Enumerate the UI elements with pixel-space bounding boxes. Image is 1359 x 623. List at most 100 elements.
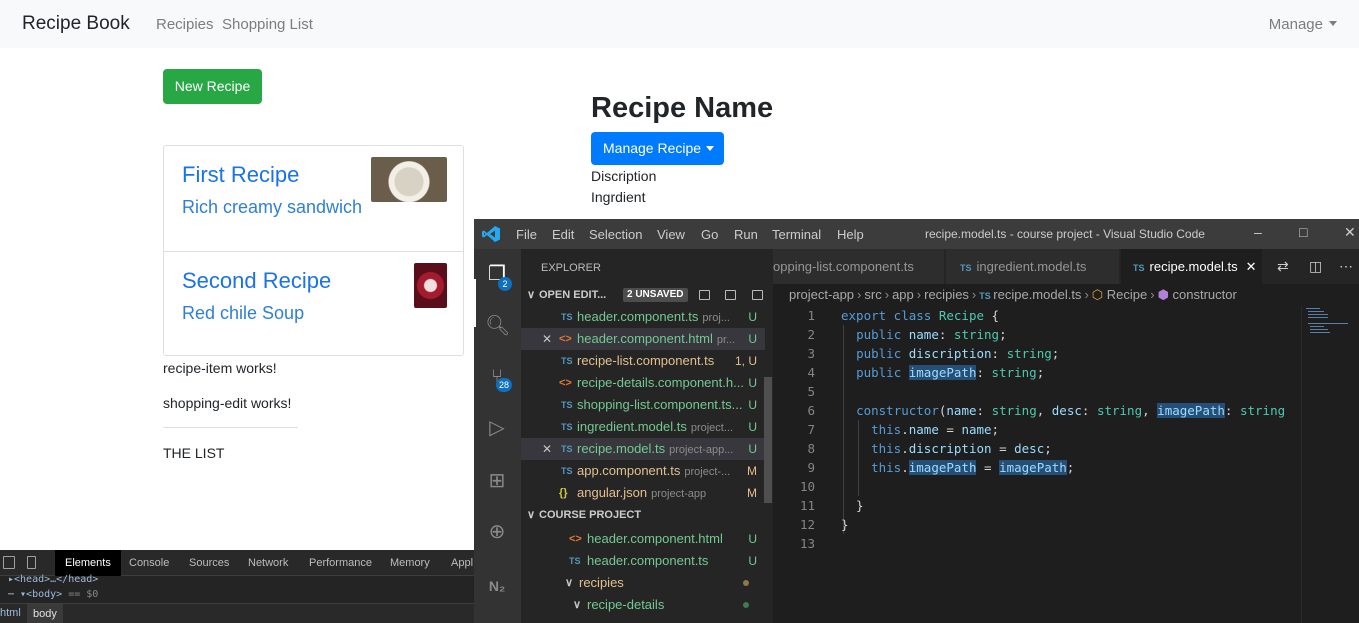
extensions-icon[interactable]: ⊞ (485, 469, 509, 493)
open-editor-item[interactable]: TS ingredient.model.ts project... U (521, 416, 765, 438)
breadcrumb-item[interactable]: project-app (789, 287, 854, 302)
line-number: 5 (807, 384, 815, 399)
more-actions-icon[interactable]: ⋯ (1339, 258, 1353, 275)
code-editor[interactable]: 1 2 3 4 5 6 7 8 9 10 11 12 13 export cla… (773, 306, 1293, 623)
menu-go[interactable]: Go (701, 227, 718, 242)
dom-node-body[interactable]: ⋯ ▾<body> == $0 (8, 589, 98, 600)
chevron-right-icon: › (971, 287, 977, 302)
line-number: 8 (807, 441, 815, 456)
breadcrumb-item[interactable]: src (864, 287, 881, 302)
line-number: 9 (807, 460, 815, 475)
recipe-item[interactable]: First Recipe Rich creamy sandwich (164, 146, 463, 251)
minimize-icon[interactable]: – (1254, 224, 1262, 240)
minimap-line (1310, 332, 1330, 333)
search-icon[interactable]: 🔍︎ (485, 314, 510, 338)
breadcrumb-item[interactable]: app (892, 287, 914, 302)
brand-link[interactable]: Recipe Book (22, 13, 130, 35)
minimap-line (1308, 314, 1328, 315)
menu-help[interactable]: Help (837, 227, 864, 242)
git-status: U (748, 554, 757, 568)
open-editors-label: OPEN EDIT... (539, 289, 607, 301)
tab-network[interactable]: Network (238, 550, 298, 576)
chevron-down-icon: ∨ (527, 289, 536, 301)
project-file-name: header.component.html (587, 531, 723, 546)
close-tab-icon[interactable]: ✕ (1246, 259, 1257, 274)
open-editors-header[interactable]: ∨ OPEN EDIT... 2 UNSAVED (521, 284, 773, 306)
sidebar-scrollbar[interactable] (764, 377, 772, 503)
crumb-html[interactable]: html (0, 607, 21, 619)
menu-edit[interactable]: Edit (552, 227, 574, 242)
tab-shopping-list[interactable]: opping-list.component.ts (773, 249, 945, 284)
tab-sources[interactable]: Sources (179, 550, 239, 576)
manage-recipe-button[interactable]: Manage Recipe (591, 132, 724, 165)
breadcrumb-item[interactable]: recipe.model.ts (993, 287, 1081, 302)
menu-selection[interactable]: Selection (589, 227, 642, 242)
open-editor-item[interactable]: ✕ <> header.component.html pr... U (521, 328, 765, 350)
manage-dropdown[interactable]: Manage (1269, 16, 1337, 33)
open-editor-item[interactable]: TS shopping-list.component.ts... U (521, 394, 765, 416)
vscode-titlebar: File Edit Selection View Go Run Terminal… (474, 219, 1359, 249)
crumb-body[interactable]: body (27, 604, 63, 623)
breadcrumb-item[interactable]: Recipe (1107, 287, 1147, 302)
open-editor-item[interactable]: TS header.component.ts proj... U (521, 306, 765, 328)
run-debug-icon[interactable]: ▷ (485, 416, 509, 440)
menu-view[interactable]: View (657, 227, 685, 242)
open-editor-dir: project-app... (669, 444, 734, 456)
tab-elements[interactable]: Elements (55, 550, 121, 576)
project-file-name: header.component.ts (587, 553, 709, 568)
menu-terminal[interactable]: Terminal (772, 227, 821, 242)
open-editor-item[interactable]: {} angular.json project-app M (521, 482, 765, 504)
close-editor-icon[interactable]: ✕ (542, 328, 552, 350)
tab-console[interactable]: Console (119, 550, 179, 576)
maximize-icon[interactable]: □ (1299, 224, 1307, 240)
open-editor-item[interactable]: TS app.component.ts project-... M (521, 460, 765, 482)
breadcrumb-item[interactable]: constructor (1173, 287, 1237, 302)
recipe-name: First Recipe (182, 162, 300, 187)
open-editor-name: recipe.model.ts (577, 441, 666, 456)
tab-recipe-model[interactable]: TS recipe.model.ts ✕ (1121, 249, 1263, 284)
device-toolbar-icon[interactable] (27, 556, 36, 569)
html-file-icon: <> (569, 533, 582, 545)
close-all-icon[interactable] (752, 290, 763, 300)
open-editor-dir: project-app (651, 488, 707, 500)
project-folder-item[interactable]: ∨ recipies (521, 572, 765, 594)
open-editor-item[interactable]: ✕ TS recipe.model.ts project-app... U (521, 438, 765, 460)
recipe-thumbnail (371, 157, 447, 202)
nx-console-icon[interactable]: N₂ (485, 574, 509, 598)
tab-performance[interactable]: Performance (299, 550, 382, 576)
nav-shopping-list-link[interactable]: Shopping List (222, 16, 313, 33)
open-editor-item[interactable]: <> recipe-details.component.h... U (521, 372, 765, 394)
recipe-list: First Recipe Rich creamy sandwich Second… (163, 145, 464, 356)
open-editor-dir: project... (690, 422, 734, 434)
code-line: this.imagePath = imagePath; (871, 460, 1075, 475)
close-editor-icon[interactable]: ✕ (542, 438, 552, 460)
breadcrumb-item[interactable]: recipies (924, 287, 969, 302)
project-file-item[interactable]: TS header.component.ts U (521, 550, 765, 572)
project-file-item[interactable]: <> header.component.html U (521, 528, 765, 550)
tab-ingredient-model[interactable]: TS ingredient.model.ts (946, 249, 1120, 284)
typescript-file-icon: TS (561, 466, 573, 476)
close-icon[interactable]: ✕ (1344, 224, 1356, 241)
project-folder-item[interactable]: ∨ recipe-details (521, 594, 765, 616)
devtools-panel: Elements Console Sources Network Perform… (0, 550, 474, 623)
tab-memory[interactable]: Memory (380, 550, 440, 576)
compare-changes-icon[interactable]: ⇄ (1277, 258, 1289, 275)
open-editor-item[interactable]: TS recipe-list.component.ts 1, U (521, 350, 765, 372)
split-editor-icon[interactable]: ◫ (1309, 258, 1322, 275)
menu-run[interactable]: Run (734, 227, 758, 242)
new-untitled-file-icon[interactable] (699, 290, 710, 300)
code-line: public imagePath: string; (856, 365, 1045, 380)
menu-file[interactable]: File (516, 227, 537, 242)
nav-recipes-link[interactable]: Recipies (156, 16, 214, 33)
minimap[interactable] (1301, 306, 1359, 623)
chevron-right-icon: › (857, 287, 862, 302)
new-recipe-button[interactable]: New Recipe (163, 69, 262, 104)
inspect-element-icon[interactable] (3, 556, 15, 569)
dom-node-head[interactable]: ▸<head>…</head> (8, 574, 98, 585)
open-editor-name: header.component.html (577, 331, 713, 346)
recipe-item[interactable]: Second Recipe Red chile Soup (164, 251, 463, 356)
git-graph-icon[interactable]: ⊕ (485, 520, 509, 544)
save-all-icon[interactable] (725, 290, 736, 300)
course-project-header[interactable]: ∨ COURSE PROJECT (521, 504, 773, 526)
code-line: constructor(name: string, desc: string, … (856, 403, 1286, 418)
